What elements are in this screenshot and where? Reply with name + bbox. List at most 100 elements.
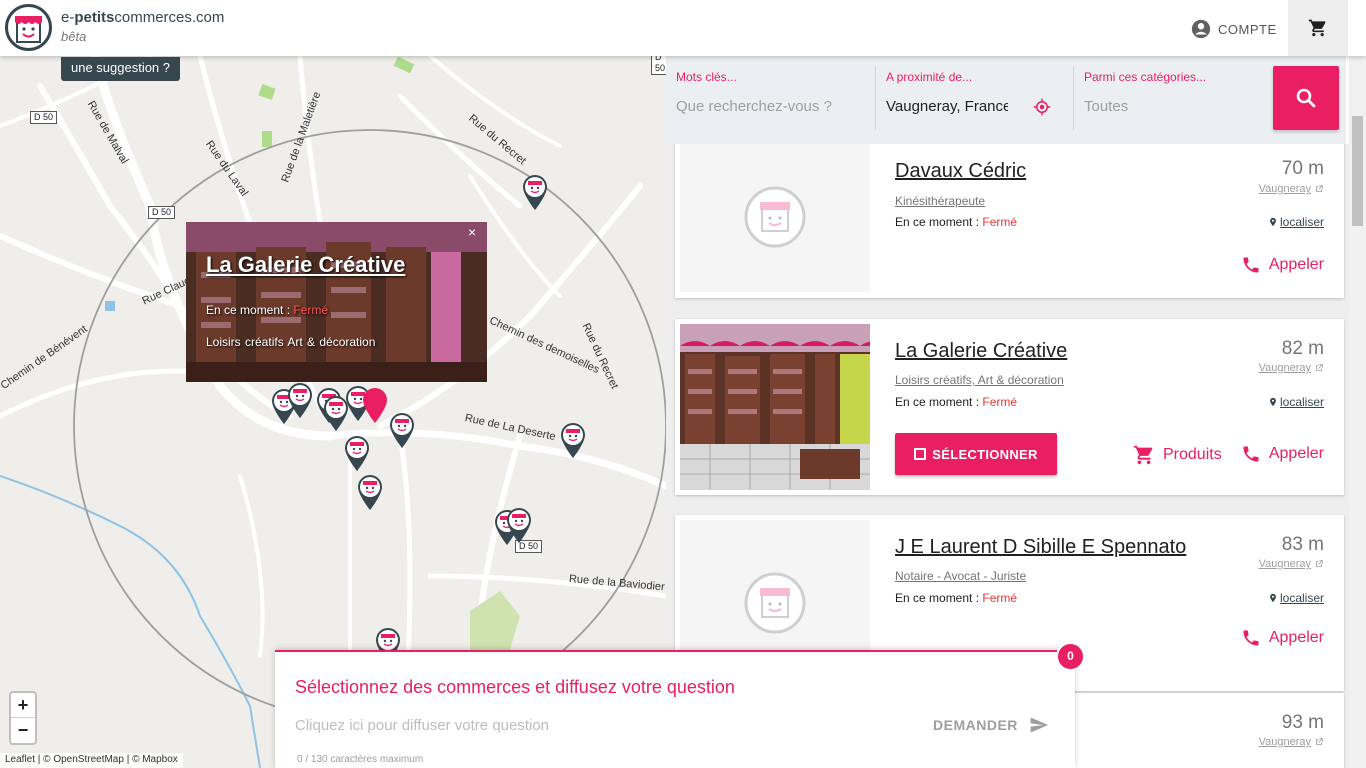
result-card[interactable]: La Galerie Créative Loisirs créatifs, Ar… bbox=[675, 319, 1344, 495]
account-label: COMPTE bbox=[1218, 21, 1277, 37]
zoom-in-button[interactable]: + bbox=[11, 693, 35, 718]
shop-category-link[interactable]: Notaire - Avocat - Juriste bbox=[895, 569, 1026, 583]
map-pin-icon bbox=[1270, 217, 1276, 227]
shopping-cart-icon bbox=[1308, 19, 1326, 37]
call-button[interactable]: Appeler bbox=[1241, 255, 1324, 275]
shop-distance: 83 m bbox=[1281, 534, 1324, 555]
location-label: A proximité de... bbox=[886, 70, 973, 84]
divider bbox=[1073, 66, 1074, 130]
top-header: e-petitscommerces.com bêta COMPTE bbox=[0, 0, 1366, 56]
shop-name-link[interactable]: La Galerie Créative bbox=[895, 340, 1067, 363]
checkbox-icon bbox=[914, 448, 927, 460]
shopping-cart-icon bbox=[1133, 445, 1153, 465]
popup-shop-title[interactable]: La Galerie Créative bbox=[206, 252, 405, 278]
popup-close-icon[interactable]: × bbox=[468, 224, 476, 240]
brand-name[interactable]: e-petitscommerces.com bbox=[61, 9, 224, 26]
location-input[interactable]: Vaugneray, France bbox=[886, 98, 1008, 115]
categories-select[interactable]: Toutes bbox=[1084, 98, 1128, 115]
search-button[interactable] bbox=[1273, 66, 1339, 130]
zoom-control: + − bbox=[9, 691, 37, 745]
keywords-input[interactable]: Que recherchez-vous ? bbox=[676, 98, 836, 115]
keywords-label: Mots clés... bbox=[676, 70, 737, 84]
phone-icon bbox=[1243, 257, 1259, 273]
popup-shop-photo bbox=[186, 222, 487, 382]
active-shop-marker[interactable] bbox=[361, 386, 389, 424]
shop-status: En ce moment : Fermé bbox=[895, 591, 1018, 605]
map-attribution[interactable]: Leaflet | © OpenStreetMap | © Mapbox bbox=[0, 753, 183, 768]
shop-photo[interactable] bbox=[680, 324, 870, 490]
question-panel: Sélectionnez des commerces et diffusez v… bbox=[275, 650, 1075, 768]
selection-count-badge: 0 bbox=[1056, 642, 1085, 671]
shop-map-marker[interactable] bbox=[521, 173, 549, 211]
shop-map-marker[interactable] bbox=[388, 411, 416, 449]
zoom-out-button[interactable]: − bbox=[11, 718, 35, 743]
phone-icon bbox=[1243, 446, 1259, 462]
shop-status: En ce moment : Fermé bbox=[895, 215, 1018, 229]
character-counter: 0 / 130 caractères maximum bbox=[297, 754, 424, 765]
popup-categories: Loisirs créatifs Art & décoration bbox=[206, 335, 376, 349]
external-link-icon bbox=[1316, 738, 1323, 745]
site-logo[interactable] bbox=[5, 4, 52, 51]
scrollbar-thumb[interactable] bbox=[1352, 116, 1363, 226]
cart-button[interactable] bbox=[1288, 0, 1348, 56]
search-bar: Mots clés... Que recherchez-vous ? A pro… bbox=[666, 56, 1346, 144]
question-title: Sélectionnez des commerces et diffusez v… bbox=[295, 677, 735, 697]
shop-category-link[interactable]: Loisirs créatifs, Art & décoration bbox=[895, 373, 1064, 387]
shop-town-link[interactable]: Vaugneray bbox=[1259, 362, 1324, 374]
shop-town-link[interactable]: Vaugneray bbox=[1259, 558, 1324, 570]
gps-target-icon[interactable] bbox=[1033, 98, 1051, 116]
account-button[interactable]: COMPTE bbox=[1190, 18, 1277, 40]
shop-map-marker[interactable] bbox=[286, 381, 314, 419]
search-icon bbox=[1296, 88, 1316, 108]
shop-name-link[interactable]: Davaux Cédric bbox=[895, 160, 1026, 183]
road-badge: D 50 bbox=[148, 206, 176, 219]
map-pin-icon bbox=[1270, 397, 1276, 407]
external-link-icon bbox=[1316, 185, 1323, 192]
popup-status: En ce moment : Fermé bbox=[206, 303, 329, 317]
shop-thumbnail[interactable] bbox=[680, 144, 870, 292]
list-scrollbar[interactable] bbox=[1349, 56, 1366, 768]
keywords-field[interactable]: Mots clés... Que recherchez-vous ? bbox=[676, 56, 876, 144]
localiser-link[interactable]: localiser bbox=[1268, 591, 1324, 605]
shop-town-link[interactable]: Vaugneray bbox=[1259, 736, 1324, 748]
shop-placeholder-icon bbox=[744, 186, 806, 248]
categories-label: Parmi ces catégories... bbox=[1084, 70, 1207, 84]
shop-popup[interactable]: La Galerie Créative En ce moment : Fermé… bbox=[186, 222, 487, 382]
localiser-link[interactable]: localiser bbox=[1268, 395, 1324, 409]
external-link-icon bbox=[1316, 560, 1323, 567]
shop-placeholder-icon bbox=[744, 572, 806, 634]
shop-town-link[interactable]: Vaugneray bbox=[1259, 183, 1324, 195]
beta-label: bêta bbox=[61, 29, 87, 44]
shop-distance: 82 m bbox=[1281, 338, 1324, 359]
road-badge: D 50 bbox=[651, 56, 666, 75]
shop-name-link[interactable]: J E Laurent D Sibille E Spennato bbox=[895, 536, 1186, 559]
call-button[interactable]: Appeler bbox=[1241, 628, 1324, 648]
localiser-link[interactable]: localiser bbox=[1268, 215, 1324, 229]
shop-status: En ce moment : Fermé bbox=[895, 395, 1018, 409]
call-button[interactable]: Appeler bbox=[1241, 444, 1324, 464]
send-icon bbox=[1030, 717, 1049, 733]
account-circle-icon bbox=[1191, 19, 1211, 39]
phone-icon bbox=[1243, 630, 1259, 646]
shop-map-marker[interactable] bbox=[505, 506, 533, 544]
result-card[interactable]: Davaux Cédric Kinésithérapeute En ce mom… bbox=[675, 144, 1344, 298]
shop-map-marker[interactable] bbox=[356, 473, 384, 511]
map-pin-icon bbox=[1270, 593, 1276, 603]
divider bbox=[875, 66, 876, 130]
shop-map-marker[interactable] bbox=[559, 421, 587, 459]
shop-distance: 93 m bbox=[1281, 712, 1324, 733]
external-link-icon bbox=[1316, 364, 1323, 371]
products-button[interactable]: Produits bbox=[1133, 444, 1222, 466]
location-field[interactable]: A proximité de... Vaugneray, France bbox=[886, 56, 1066, 144]
shop-category-link[interactable]: Kinésithérapeute bbox=[895, 194, 985, 208]
categories-field[interactable]: Parmi ces catégories... Toutes bbox=[1084, 56, 1264, 144]
ask-button[interactable]: DEMANDER bbox=[933, 715, 1050, 735]
shop-interior-photo bbox=[680, 324, 870, 490]
shop-distance: 70 m bbox=[1281, 158, 1324, 179]
question-input[interactable]: Cliquez ici pour diffuser votre question bbox=[295, 717, 549, 734]
shop-mascot-icon bbox=[15, 16, 43, 43]
shop-map-marker[interactable] bbox=[343, 434, 371, 472]
road-badge: D 50 bbox=[30, 111, 58, 124]
select-button[interactable]: SÉLECTIONNER bbox=[895, 433, 1057, 475]
suggestion-tab[interactable]: une suggestion ? bbox=[61, 57, 180, 81]
